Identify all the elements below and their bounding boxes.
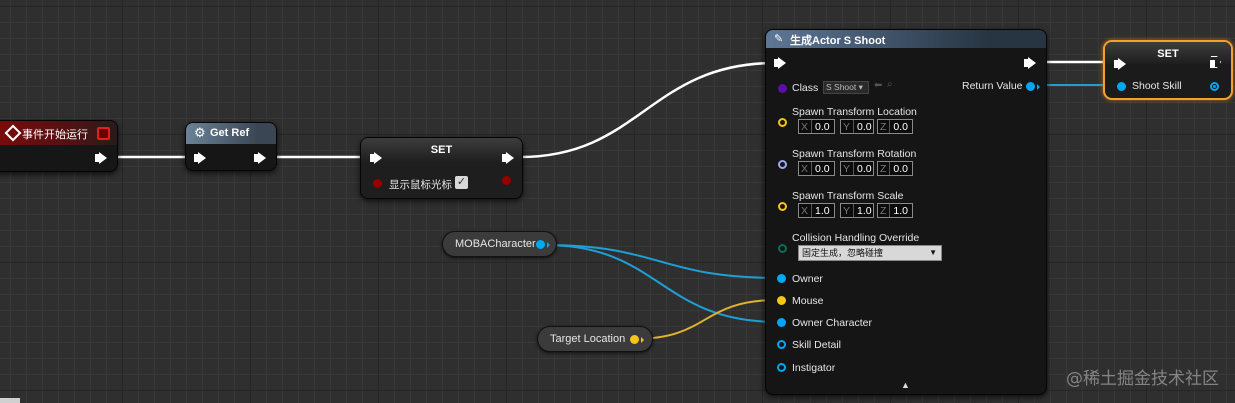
event-diamond-icon	[4, 124, 22, 142]
scale-z-field[interactable]: Z 1.0	[877, 203, 913, 218]
location-x-field[interactable]: X 0.0	[798, 119, 835, 134]
watermark: @稀土掘金技术社区	[1066, 369, 1219, 389]
spawn-icon: ✎	[774, 33, 784, 45]
event-begin-play-node[interactable]: 事件开始运行	[0, 120, 118, 172]
set1-exec-in-pin[interactable]	[370, 152, 382, 164]
event-node-header: 事件开始运行	[0, 121, 117, 145]
target-location-arrow-icon	[641, 337, 644, 343]
owner-character-pin[interactable]	[777, 318, 786, 327]
collision-override-label: Collision Handling Override	[792, 232, 920, 244]
shoot-skill-in-pin[interactable]	[1117, 82, 1126, 91]
spawn-node-header: ✎ 生成Actor S Shoot	[766, 30, 1046, 48]
collision-override-pin[interactable]	[778, 244, 787, 253]
spawn-rotation-label: Spawn Transform Rotation	[792, 148, 917, 160]
use-asset-arrow-icon[interactable]: ⬅	[874, 80, 882, 91]
location-z-field[interactable]: Z 0.0	[877, 119, 913, 134]
rotation-z-field[interactable]: Z 0.0	[877, 161, 913, 176]
set2-exec-in-pin[interactable]	[1114, 58, 1126, 70]
owner-label: Owner	[792, 273, 823, 285]
skill-detail-label: Skill Detail	[792, 339, 842, 351]
exec-wire-set-spawn	[519, 61, 776, 159]
class-label: Class	[792, 82, 819, 94]
target-location-out-pin[interactable]	[630, 335, 639, 344]
mouse-pin[interactable]	[777, 296, 786, 305]
set-show-cursor-node[interactable]: SET 显示鼠标光标 ✓	[360, 137, 523, 199]
instigator-pin[interactable]	[777, 363, 786, 372]
event-delegate-pin[interactable]	[97, 127, 110, 140]
set-node-header: SET	[361, 138, 522, 162]
return-value-arrow-icon	[1037, 84, 1040, 90]
set-node-title: SET	[430, 144, 453, 156]
mouse-label: Mouse	[792, 295, 824, 307]
spawn-actor-node[interactable]: ✎ 生成Actor S Shoot Class S Shoot ▾ ⬅ ⌕ Re…	[765, 29, 1047, 395]
set-shoot-skill-node[interactable]: SET Shoot Skill	[1103, 40, 1233, 100]
get-ref-exec-in-pin[interactable]	[194, 152, 206, 164]
return-value-label: Return Value	[962, 80, 1023, 92]
scale-y-field[interactable]: Y 1.0	[840, 203, 874, 218]
collision-override-dropdown[interactable]: 固定生成，忽略碰撞 ▼	[798, 245, 942, 261]
minimap-corner	[0, 398, 20, 403]
rotation-x-field[interactable]: X 0.0	[798, 161, 835, 176]
spawn-rotation-pin[interactable]	[778, 160, 787, 169]
set1-bool-out-pin[interactable]	[502, 176, 511, 185]
chevron-down-icon: ▼	[929, 248, 937, 257]
instigator-label: Instigator	[792, 362, 836, 374]
spawn-exec-out-pin[interactable]	[1024, 57, 1036, 69]
target-location-var-node[interactable]: Target Location	[537, 326, 653, 352]
return-value-pin[interactable]	[1026, 82, 1035, 91]
get-ref-exec-out-pin[interactable]	[254, 152, 266, 164]
wire-moba-owner	[544, 244, 779, 279]
shoot-skill-out-pin[interactable]	[1210, 82, 1219, 91]
scale-x-field[interactable]: X 1.0	[798, 203, 835, 218]
get-ref-node[interactable]: ⚙ Get Ref	[185, 122, 277, 171]
get-ref-header: ⚙ Get Ref	[186, 123, 276, 144]
show-mouse-cursor-checkbox[interactable]: ✓	[455, 176, 468, 189]
spawn-exec-in-pin[interactable]	[774, 57, 786, 69]
moba-arrow-icon	[547, 242, 550, 248]
event-node-title: 事件开始运行	[22, 129, 88, 141]
set1-bool-in-pin[interactable]	[373, 179, 382, 188]
spawn-scale-pin[interactable]	[778, 202, 787, 211]
class-dropdown[interactable]: S Shoot ▾	[823, 81, 869, 94]
set1-exec-out-pin[interactable]	[502, 152, 514, 164]
collision-override-value: 固定生成，忽略碰撞	[802, 248, 884, 258]
moba-character-var-node[interactable]: MOBACharacter	[442, 231, 557, 257]
owner-pin[interactable]	[777, 274, 786, 283]
show-mouse-cursor-label: 显示鼠标光标	[389, 179, 452, 191]
spawn-node-title: 生成Actor S Shoot	[790, 35, 886, 47]
location-y-field[interactable]: Y 0.0	[840, 119, 874, 134]
spawn-location-label: Spawn Transform Location	[792, 106, 917, 118]
event-exec-out-pin[interactable]	[95, 152, 107, 164]
collapse-advanced-arrow-icon[interactable]: ▲	[901, 380, 910, 390]
shoot-skill-label: Shoot Skill	[1132, 80, 1182, 92]
target-location-label: Target Location	[550, 333, 626, 345]
class-dropdown-value: S Shoot	[826, 82, 857, 92]
spawn-location-pin[interactable]	[778, 118, 787, 127]
wire-target-mouse	[633, 299, 779, 340]
browse-search-icon[interactable]: ⌕	[887, 79, 893, 90]
moba-character-label: MOBACharacter	[455, 238, 536, 250]
spawn-scale-label: Spawn Transform Scale	[792, 190, 904, 202]
function-gear-icon: ⚙	[194, 125, 206, 140]
skill-detail-pin[interactable]	[777, 340, 786, 349]
class-pin[interactable]	[778, 84, 787, 93]
owner-character-label: Owner Character	[792, 317, 872, 329]
get-ref-title: Get Ref	[210, 127, 250, 139]
wire-moba-owner-character	[544, 244, 779, 323]
rotation-y-field[interactable]: Y 0.0	[840, 161, 874, 176]
moba-character-out-pin[interactable]	[536, 240, 545, 249]
